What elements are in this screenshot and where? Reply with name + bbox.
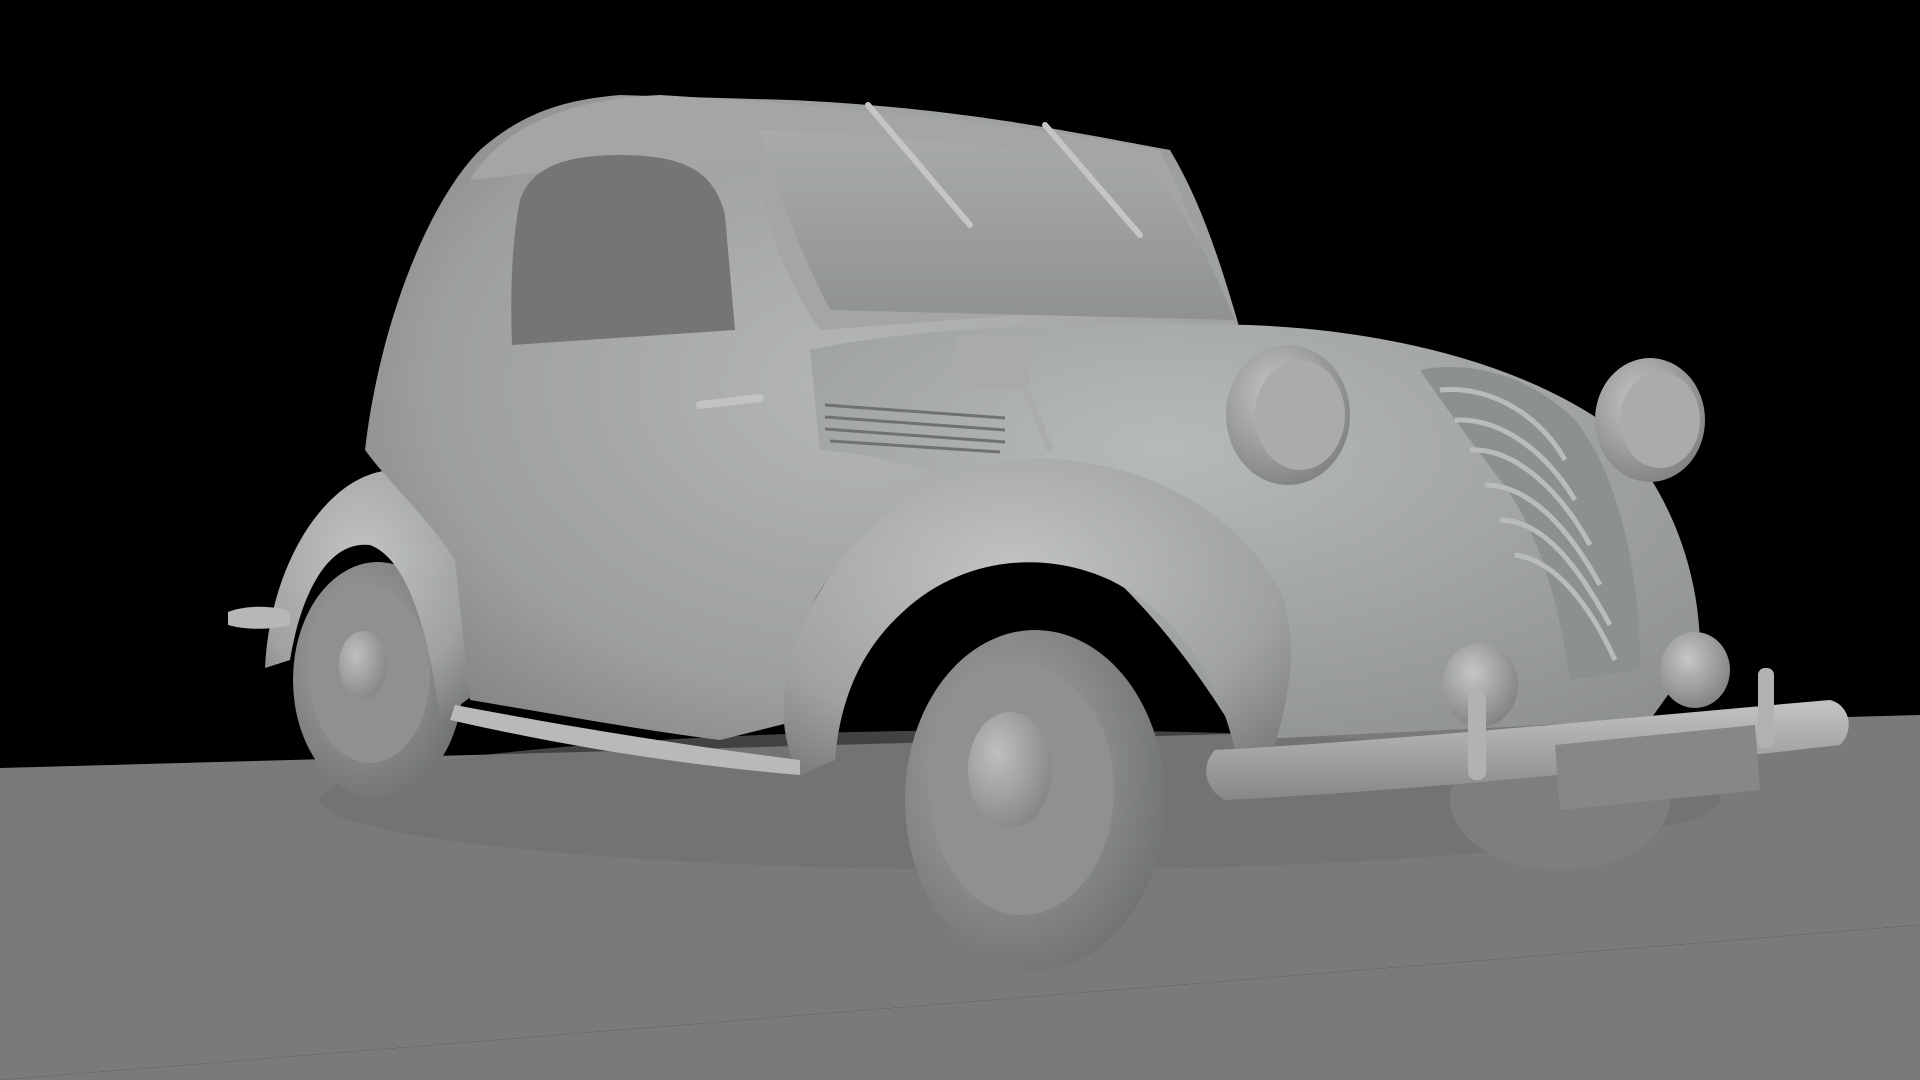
front-wheel: [905, 630, 1165, 970]
fog-lamp-right: [1660, 632, 1730, 708]
3d-viewport[interactable]: [0, 0, 1920, 1080]
rear-bumper: [228, 606, 290, 629]
side-window: [511, 155, 735, 345]
rendered-scene: [0, 0, 1920, 1080]
headlight-left: [1226, 345, 1350, 485]
bumper-guard-left: [1468, 690, 1486, 780]
headlight-right: [1595, 358, 1705, 482]
bumper-guard-right: [1758, 668, 1774, 748]
